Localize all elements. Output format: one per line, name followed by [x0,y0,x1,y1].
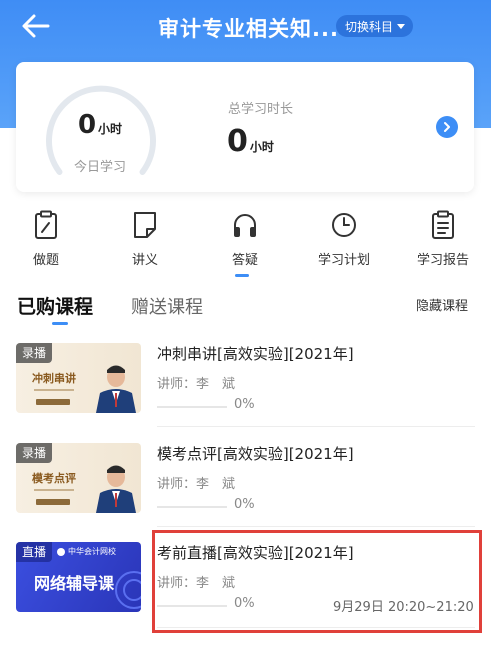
total-study-label: 总学习时长 [228,102,294,117]
clock-icon [332,213,356,237]
page-title: 审计专业相关知... [158,17,339,41]
course-title: 模考点评[高效实验][2021年] [157,445,354,463]
headphones-icon [234,214,256,237]
nav-practice-label: 做题 [32,253,59,268]
tab-purchased-courses[interactable]: 已购课程 [17,292,93,319]
nav-study-report-label: 学习报告 [416,253,469,268]
course-item[interactable]: 冲刺串讲 录播 冲刺串讲[高效实验][2021年] 讲师：李 斌 0% [0,329,491,421]
recorded-badge: 录播 [16,443,53,463]
course-thumbnail: 模考点评 录播 [16,443,141,513]
divider [157,426,475,427]
nav-handouts[interactable]: 讲义 [105,210,185,268]
caret-down-icon [397,23,406,29]
nav-qa-label: 答疑 [231,253,258,268]
course-progress-percent: 0% [234,397,255,412]
summary-detail-button[interactable] [436,116,458,138]
course-thumbnail: 中华会计网校 网络辅导课 直播 [16,542,141,612]
hide-courses-link[interactable]: 隐藏课程 [416,295,468,314]
nav-qa[interactable]: 答疑 [205,210,285,268]
highlight-box [152,530,482,633]
recorded-badge: 录播 [16,343,53,363]
nav-study-report[interactable]: 学习报告 [403,210,483,268]
course-teacher: 讲师：李 斌 [157,477,236,492]
clipboard-icon [35,210,57,239]
note-icon [134,212,156,238]
nav-study-plan[interactable]: 学习计划 [304,210,384,268]
nav-active-indicator [235,274,249,277]
course-item[interactable]: 模考点评 录播 模考点评[高效实验][2021年] 讲师：李 斌 0% [0,429,491,521]
tab-gift-courses[interactable]: 赠送课程 [131,293,203,319]
study-summary-card: 0 小时 今日学习 总学习时长 0 小时 [16,62,474,192]
course-thumbnail: 冲刺串讲 录播 [16,343,141,413]
course-thumbnail-title: 模考点评 [32,472,76,485]
total-study-value: 0 小时 [227,124,274,159]
tab-active-indicator [52,322,68,325]
arrow-left-icon [22,14,50,38]
report-icon [432,210,454,239]
nav-handouts-label: 讲义 [131,253,158,268]
chevron-right-icon [444,122,450,132]
course-thumbnail-title: 冲刺串讲 [32,372,76,385]
course-progress-percent: 0% [234,497,255,512]
today-study-value: 0 小时 [77,110,123,140]
divider [157,526,475,527]
today-study-label: 今日学习 [73,160,126,175]
course-thumbnail-brand: 中华会计网校 [68,547,116,556]
course-progress-bar [157,406,227,408]
back-button[interactable] [18,10,54,42]
live-badge: 直播 [16,542,53,562]
switch-subject-label: 切换科目 [345,19,394,34]
switch-subject-button[interactable]: 切换科目 [336,15,414,37]
nav-study-plan-label: 学习计划 [317,253,370,268]
course-teacher: 讲师：李 斌 [157,377,236,392]
course-progress-bar [157,506,227,508]
nav-practice[interactable]: 做题 [6,210,86,268]
course-thumbnail-title: 网络辅导课 [34,574,115,593]
course-title: 冲刺串讲[高效实验][2021年] [157,345,354,363]
